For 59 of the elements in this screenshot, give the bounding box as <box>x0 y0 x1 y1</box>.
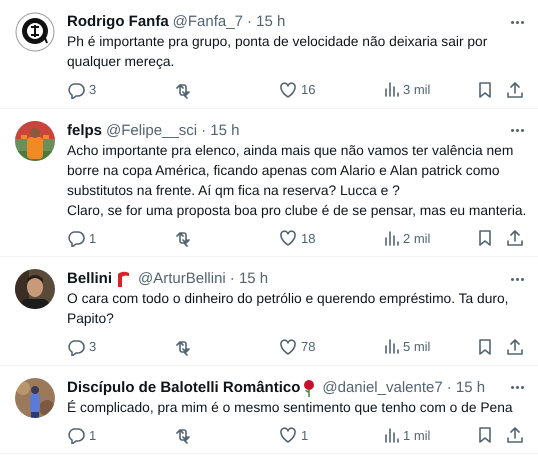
username[interactable]: @daniel_valente7 <box>322 378 443 398</box>
timestamp[interactable]: · 15 h <box>201 120 240 140</box>
bar-chart-icon <box>385 339 399 354</box>
post-text: Acho importante pra elenco, ainda mais que não vamos ter valência nem borre na copa América, ficando apenas com Alario e Alan patrick como substitutos na frente. Aí qm fica na reserva? Lucca e ? Claro, se for uma proposta boa pro clube é de se pensar, mas eu manteria. <box>67 142 526 220</box>
display-name[interactable]: Discípulo de Balotelli Romântico <box>67 378 300 398</box>
display-name[interactable]: felps <box>67 120 102 140</box>
reply-icon <box>67 426 85 444</box>
bookmark-button[interactable] <box>476 229 494 248</box>
share-button[interactable] <box>506 338 524 356</box>
flag-icon <box>116 270 130 288</box>
bookmark-button[interactable] <box>476 426 494 444</box>
display-name[interactable]: Bellini <box>67 269 112 289</box>
timestamp[interactable]: · 15 h <box>246 12 286 32</box>
like-button[interactable]: 18 <box>279 228 385 248</box>
rose-icon <box>302 378 316 396</box>
heart-icon <box>279 426 297 444</box>
heart-icon <box>279 80 297 99</box>
timestamp[interactable]: · 15 h <box>446 378 486 398</box>
share-icon <box>506 80 524 99</box>
reply-button[interactable]: 1 <box>67 228 173 248</box>
views-button[interactable]: 5 mil <box>385 337 471 356</box>
reply-icon <box>67 80 85 99</box>
share-button[interactable] <box>506 229 524 248</box>
bar-chart-icon <box>385 428 399 443</box>
like-button[interactable]: 16 <box>279 80 385 100</box>
username[interactable]: @Fanfa_7 <box>172 12 243 32</box>
like-button[interactable]: 78 <box>279 337 385 356</box>
bar-chart-icon <box>385 82 399 98</box>
reply-icon <box>67 338 85 356</box>
views-button[interactable]: 2 mil <box>385 228 471 248</box>
views-button[interactable]: 1 mil <box>385 426 471 445</box>
bookmark-button[interactable] <box>476 338 494 356</box>
reply-button[interactable]: 1 <box>67 426 173 445</box>
like-button[interactable]: 1 <box>279 426 385 445</box>
reply-button[interactable]: 3 <box>67 80 173 100</box>
post-text: O cara com todo o dinheiro do petrólio e querendo empréstimo. Ta duro, Papito? <box>67 290 510 328</box>
share-icon <box>506 338 524 356</box>
share-button[interactable] <box>506 426 524 444</box>
reply-button[interactable]: 3 <box>67 337 173 356</box>
heart-icon <box>279 229 297 248</box>
share-icon <box>506 229 524 248</box>
timestamp[interactable]: · 15 h <box>230 269 268 289</box>
username[interactable]: @Felipe__sci <box>106 120 198 140</box>
bookmark-icon <box>476 80 494 99</box>
post-text: Ph é importante pra grupo, ponta de velocidade não deixaria sair por qualquer mereça. <box>67 33 488 71</box>
reply-icon <box>67 229 85 248</box>
bookmark-icon <box>476 229 494 248</box>
share-button[interactable] <box>506 80 524 99</box>
bookmark-button[interactable] <box>476 80 494 99</box>
bookmark-icon <box>476 426 494 444</box>
crest-icon <box>15 12 55 52</box>
username[interactable]: @ArturBellini <box>138 269 226 289</box>
views-button[interactable]: 3 mil <box>385 80 471 100</box>
display-name[interactable]: Rodrigo Fanfa <box>67 12 169 32</box>
bar-chart-icon <box>385 230 399 246</box>
heart-icon <box>279 338 297 356</box>
share-icon <box>506 426 524 444</box>
post-text: É complicado, pra mim é o mesmo sentimento que tenho com o de Pena <box>67 398 514 417</box>
bookmark-icon <box>476 338 494 356</box>
